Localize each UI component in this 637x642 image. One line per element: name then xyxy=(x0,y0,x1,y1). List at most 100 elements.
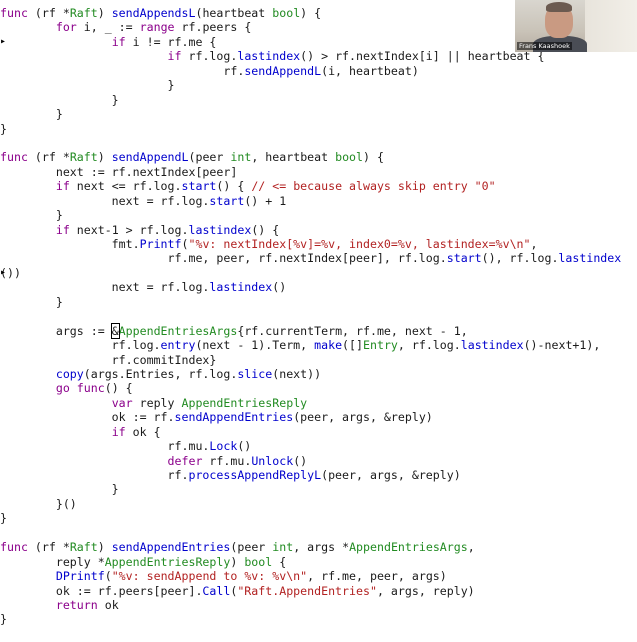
code-token: ) xyxy=(230,554,245,569)
code-token: } xyxy=(0,208,63,223)
code-token: AppendEntriesArgs xyxy=(118,323,238,338)
code-line: } xyxy=(0,295,637,309)
code-token: () { xyxy=(216,179,252,194)
code-token: Raft xyxy=(69,6,98,20)
code-token: var xyxy=(111,395,133,410)
code-token: func xyxy=(0,150,28,165)
code-token: AppendEntriesReply xyxy=(104,554,231,569)
code-editor[interactable]: func (rf *Raft) sendAppendsL(heartbeat b… xyxy=(0,6,637,627)
code-line: rf.log.entry(next - 1).Term, make([]Entr… xyxy=(0,338,637,352)
code-token: (peer, args, &reply) xyxy=(321,468,461,482)
code-token: range xyxy=(139,20,175,35)
code-token: lastindex xyxy=(209,280,273,295)
code-token: ok := rf.peers[peer]. xyxy=(0,583,203,598)
code-token: make xyxy=(314,338,343,353)
code-token: (i, heartbeat) xyxy=(321,63,419,78)
code-token: go xyxy=(55,381,70,396)
code-token: Printf xyxy=(139,237,182,251)
code-line: } xyxy=(0,78,637,92)
code-line: } xyxy=(0,511,637,525)
webcam-background-shelf xyxy=(585,0,637,52)
code-token: ()-next+1), xyxy=(523,338,601,353)
code-token: rf. xyxy=(0,468,189,482)
code-token: (rf * xyxy=(27,6,70,20)
code-token: rf.commitIndex} xyxy=(0,352,217,367)
code-token: ) xyxy=(97,150,112,165)
code-token: ok { xyxy=(125,424,161,439)
code-token: lastindex xyxy=(558,251,622,266)
code-token: (peer xyxy=(188,150,231,165)
code-token: () xyxy=(237,439,252,454)
code-token: Unlock xyxy=(251,453,294,468)
code-token: (rf * xyxy=(27,150,70,165)
code-token: lastindex xyxy=(188,222,252,237)
code-token: sendAppendL xyxy=(111,150,189,165)
code-token: func xyxy=(76,381,105,396)
code-token: sendAppendsL xyxy=(111,6,196,20)
code-line: return ok xyxy=(0,598,637,612)
code-token: ) xyxy=(97,6,112,20)
code-token: next <= rf.log. xyxy=(69,179,182,194)
code-token: } xyxy=(0,612,7,627)
code-token: (next - 1).Term, xyxy=(195,338,315,353)
code-token: (args.Entries, rf.log. xyxy=(83,366,238,381)
code-token: int xyxy=(272,540,294,555)
code-token: } xyxy=(0,482,119,497)
code-line: } xyxy=(0,612,637,626)
code-token: next = rf.log. xyxy=(0,280,210,295)
code-token: rf.peers { xyxy=(174,20,252,35)
code-token: rf.me, peer, rf.nextIndex[peer], rf.log. xyxy=(0,251,447,266)
code-token: lastindex xyxy=(237,49,301,64)
code-line: rf.sendAppendL(i, heartbeat) xyxy=(0,64,637,78)
code-token: next := rf.nextIndex[peer] xyxy=(0,164,238,179)
code-token: for xyxy=(55,20,77,35)
code-token: {rf.currentTerm, rf.me, next - 1, xyxy=(237,323,468,338)
code-token: ) xyxy=(97,540,112,555)
code-line: } xyxy=(0,93,637,107)
code-line: rf.me, peer, rf.nextIndex[peer], rf.log.… xyxy=(0,251,637,265)
code-token: ([] xyxy=(342,338,363,353)
code-token: processAppendReplyL xyxy=(188,468,322,482)
code-token: next-1 > rf.log. xyxy=(69,222,189,237)
code-token: } xyxy=(0,121,7,136)
code-token: DPrintf xyxy=(55,569,105,584)
code-line: rf.mu.Lock() xyxy=(0,439,637,453)
code-token: (heartbeat xyxy=(195,6,273,20)
code-line: func (rf *Raft) sendAppendL(peer int, he… xyxy=(0,150,637,164)
code-token: rf.log. xyxy=(181,49,238,64)
code-token: rf.log. xyxy=(0,338,161,353)
code-token: defer xyxy=(167,453,203,468)
code-token: , xyxy=(467,540,475,555)
code-token: } xyxy=(0,107,63,122)
code-token: Call xyxy=(202,583,231,598)
code-line: } xyxy=(0,107,637,121)
code-line: next := rf.nextIndex[peer] xyxy=(0,165,637,179)
code-token: } xyxy=(0,92,119,107)
code-token: , rf.me, peer, args) xyxy=(307,569,447,584)
code-token: fmt. xyxy=(0,237,140,251)
code-token: if xyxy=(111,34,126,49)
code-line: DPrintf("%v: sendAppend to %v: %v\n", rf… xyxy=(0,569,637,583)
code-token: rf.mu. xyxy=(0,439,210,454)
code-line: } xyxy=(0,482,637,496)
code-token: sendAppendEntries xyxy=(111,540,231,555)
code-line: if next <= rf.log.start() { // <= becaus… xyxy=(0,179,637,193)
code-token: rf. xyxy=(0,63,245,78)
code-line: var reply AppendEntriesReply xyxy=(0,396,637,410)
code-line: } xyxy=(0,122,637,136)
code-token: () + 1 xyxy=(244,193,287,208)
code-line: go func() { xyxy=(0,381,637,395)
code-token: i != rf.me { xyxy=(125,34,217,49)
code-token: reply * xyxy=(0,554,105,569)
code-token: Lock xyxy=(209,439,238,454)
code-line: if ok { xyxy=(0,425,637,439)
